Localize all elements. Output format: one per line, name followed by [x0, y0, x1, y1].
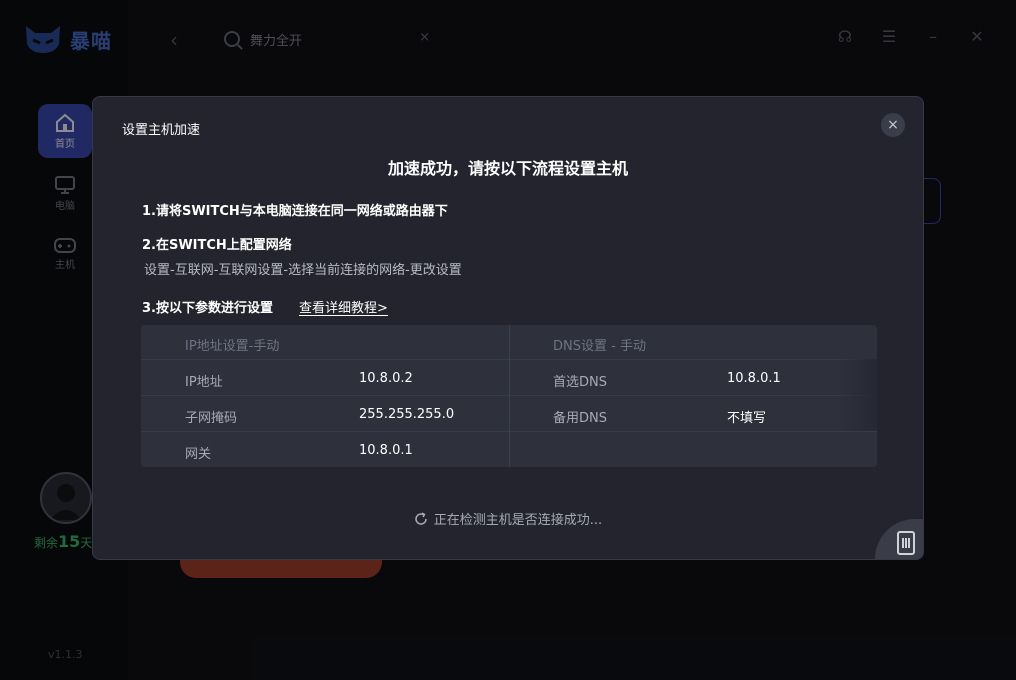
- step-2: 2.在SWITCH上配置网络: [142, 238, 292, 253]
- secondary-dns-label: 备用DNS: [553, 411, 607, 426]
- subnet-mask-value: 255.255.255.0: [359, 407, 455, 422]
- dialog-heading: 加速成功，请按以下流程设置主机: [387, 159, 628, 178]
- table-fade-shadow: [837, 359, 877, 431]
- row-divider: [141, 431, 877, 432]
- ip-address-value: 10.8.0.2: [359, 371, 413, 386]
- gateway-value: 10.8.0.1: [359, 443, 413, 458]
- gateway-label: 网关: [185, 447, 212, 462]
- dialog-close-button[interactable]: ×: [881, 113, 905, 137]
- detection-status: 正在检测主机是否连接成功...: [93, 509, 923, 528]
- network-params-table: IP地址设置-手动 DNS设置 - 手动 IP地址 10.8.0.2 子网掩码 …: [141, 325, 877, 467]
- secondary-dns-value: 不填写: [727, 411, 767, 426]
- refresh-icon: [415, 511, 427, 525]
- console-acceleration-dialog: 设置主机加速 × 加速成功，请按以下流程设置主机 1.请将SWITCH与本电脑连…: [92, 96, 924, 560]
- table-divider: [509, 325, 510, 467]
- dns-settings-header: DNS设置 - 手动: [553, 339, 646, 354]
- row-divider: [141, 359, 877, 360]
- primary-dns-value: 10.8.0.1: [727, 371, 781, 386]
- detection-status-text: 正在检测主机是否连接成功...: [433, 513, 603, 528]
- subnet-mask-label: 子网掩码: [185, 411, 238, 426]
- ip-settings-header: IP地址设置-手动: [185, 339, 280, 354]
- ip-address-label: IP地址: [185, 375, 223, 390]
- step-1: 1.请将SWITCH与本电脑连接在同一网络或路由器下: [142, 204, 448, 219]
- tutorial-link[interactable]: 查看详细教程>: [299, 297, 388, 316]
- dialog-title: 设置主机加速: [122, 123, 201, 138]
- step-2-instructions: 设置-互联网-互联网设置-选择当前连接的网络-更改设置: [144, 263, 462, 278]
- phone-qr-icon: [897, 531, 915, 555]
- row-divider: [141, 395, 877, 396]
- primary-dns-label: 首选DNS: [553, 375, 607, 390]
- step-3: 3.按以下参数进行设置: [142, 301, 273, 316]
